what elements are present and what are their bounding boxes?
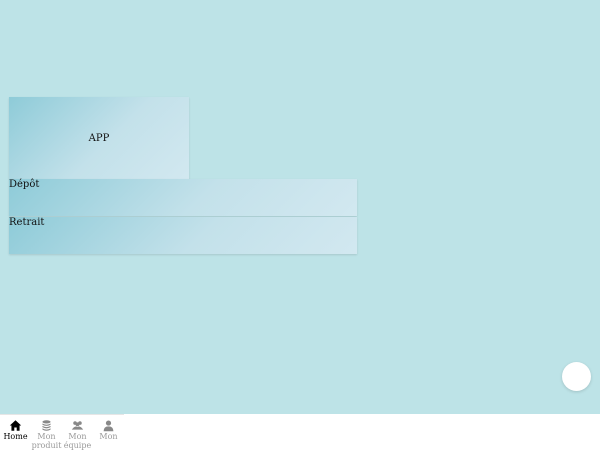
floating-action-button[interactable] (562, 362, 591, 391)
team-icon (71, 421, 84, 430)
withdraw-button[interactable]: Retrait (9, 217, 357, 254)
bottom-tab-bar: Home Mon produit Mon équipe Mon (0, 414, 124, 450)
app-label: APP (88, 132, 110, 144)
tab-team[interactable]: Mon équipe (62, 415, 93, 450)
tab-team-label: Mon équipe (63, 432, 92, 450)
deposit-label: Dépôt (9, 179, 40, 190)
tab-profile-label: Mon (99, 432, 118, 441)
coins-icon (42, 420, 51, 431)
tab-home[interactable]: Home (0, 415, 31, 450)
tab-home-label: Home (3, 432, 28, 441)
tab-product[interactable]: Mon produit (31, 415, 62, 450)
app-card[interactable]: APP (9, 97, 189, 179)
home-icon (9, 420, 22, 431)
withdraw-label: Retrait (9, 217, 45, 228)
user-icon (103, 420, 114, 432)
deposit-button[interactable]: Dépôt (9, 179, 357, 216)
tab-product-label: Mon produit (31, 432, 62, 450)
tab-profile[interactable]: Mon (93, 415, 124, 450)
